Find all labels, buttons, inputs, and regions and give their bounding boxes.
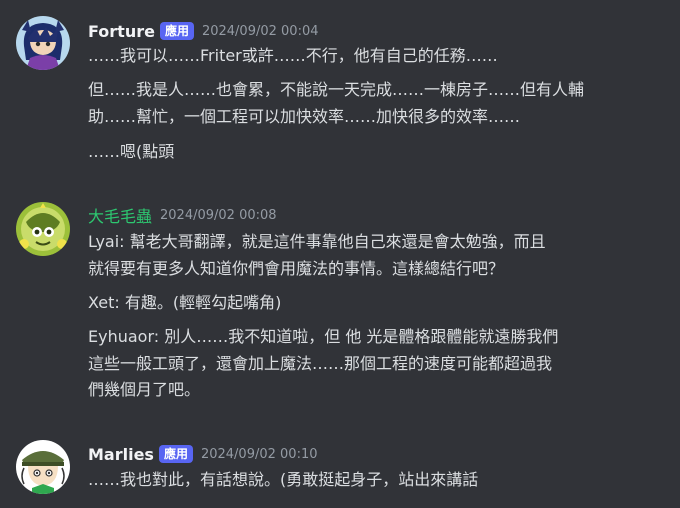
message-line: ……我可以……Friter或許……不行，他有自己的任務…… bbox=[88, 46, 498, 65]
timestamp[interactable]: 2024/09/02 00:10 bbox=[201, 447, 318, 462]
timestamp[interactable]: 2024/09/02 00:04 bbox=[202, 24, 319, 39]
message-line: Xet: 有趣。(輕輕勾起嘴角) bbox=[88, 293, 282, 312]
message-line: 但……我是人……也會累，不能說一天完成……一棟房子……但有人輔 bbox=[88, 80, 585, 99]
avatar-caterpillar[interactable] bbox=[16, 202, 70, 256]
message-line: Lyai: 幫老大哥翻譯，就是這件事靠他自己來還是會太勉強，而且 bbox=[88, 232, 546, 251]
message-line: 們幾個月了吧。 bbox=[88, 380, 201, 399]
message-line: ……我也對此，有話想說。(勇敢挺起身子，站出來講話 bbox=[88, 470, 479, 489]
message-line: 這些一般工頭了，還會加上魔法……那個工程的速度可能都超過我 bbox=[88, 354, 553, 373]
app-badge: 應用 bbox=[158, 445, 193, 463]
message-header: 大毛毛蟲 2024/09/02 00:08 bbox=[88, 203, 277, 227]
message-header: Marlies 應用 2024/09/02 00:10 bbox=[88, 442, 318, 466]
username[interactable]: Marlies bbox=[88, 445, 154, 464]
message-line: 就得要有更多人知道你們會用魔法的事情。這樣總結行吧？ bbox=[88, 259, 505, 278]
timestamp[interactable]: 2024/09/02 00:08 bbox=[160, 208, 277, 223]
username[interactable]: Forture bbox=[88, 22, 155, 41]
app-badge: 應用 bbox=[159, 22, 194, 40]
message-line: 助……幫忙，一個工程可以加快效率……加快很多的效率…… bbox=[88, 107, 521, 126]
message-header: Forture 應用 2024/09/02 00:04 bbox=[88, 19, 319, 43]
message-line: Eyhuaor: 別人……我不知道啦，但 他 光是體格跟體能就遠勝我們 bbox=[88, 327, 559, 346]
avatar-marlies[interactable] bbox=[16, 440, 70, 494]
message-line: ……嗯(點頭 bbox=[88, 142, 175, 161]
username[interactable]: 大毛毛蟲 bbox=[88, 203, 152, 227]
avatar-forture[interactable] bbox=[16, 16, 70, 70]
